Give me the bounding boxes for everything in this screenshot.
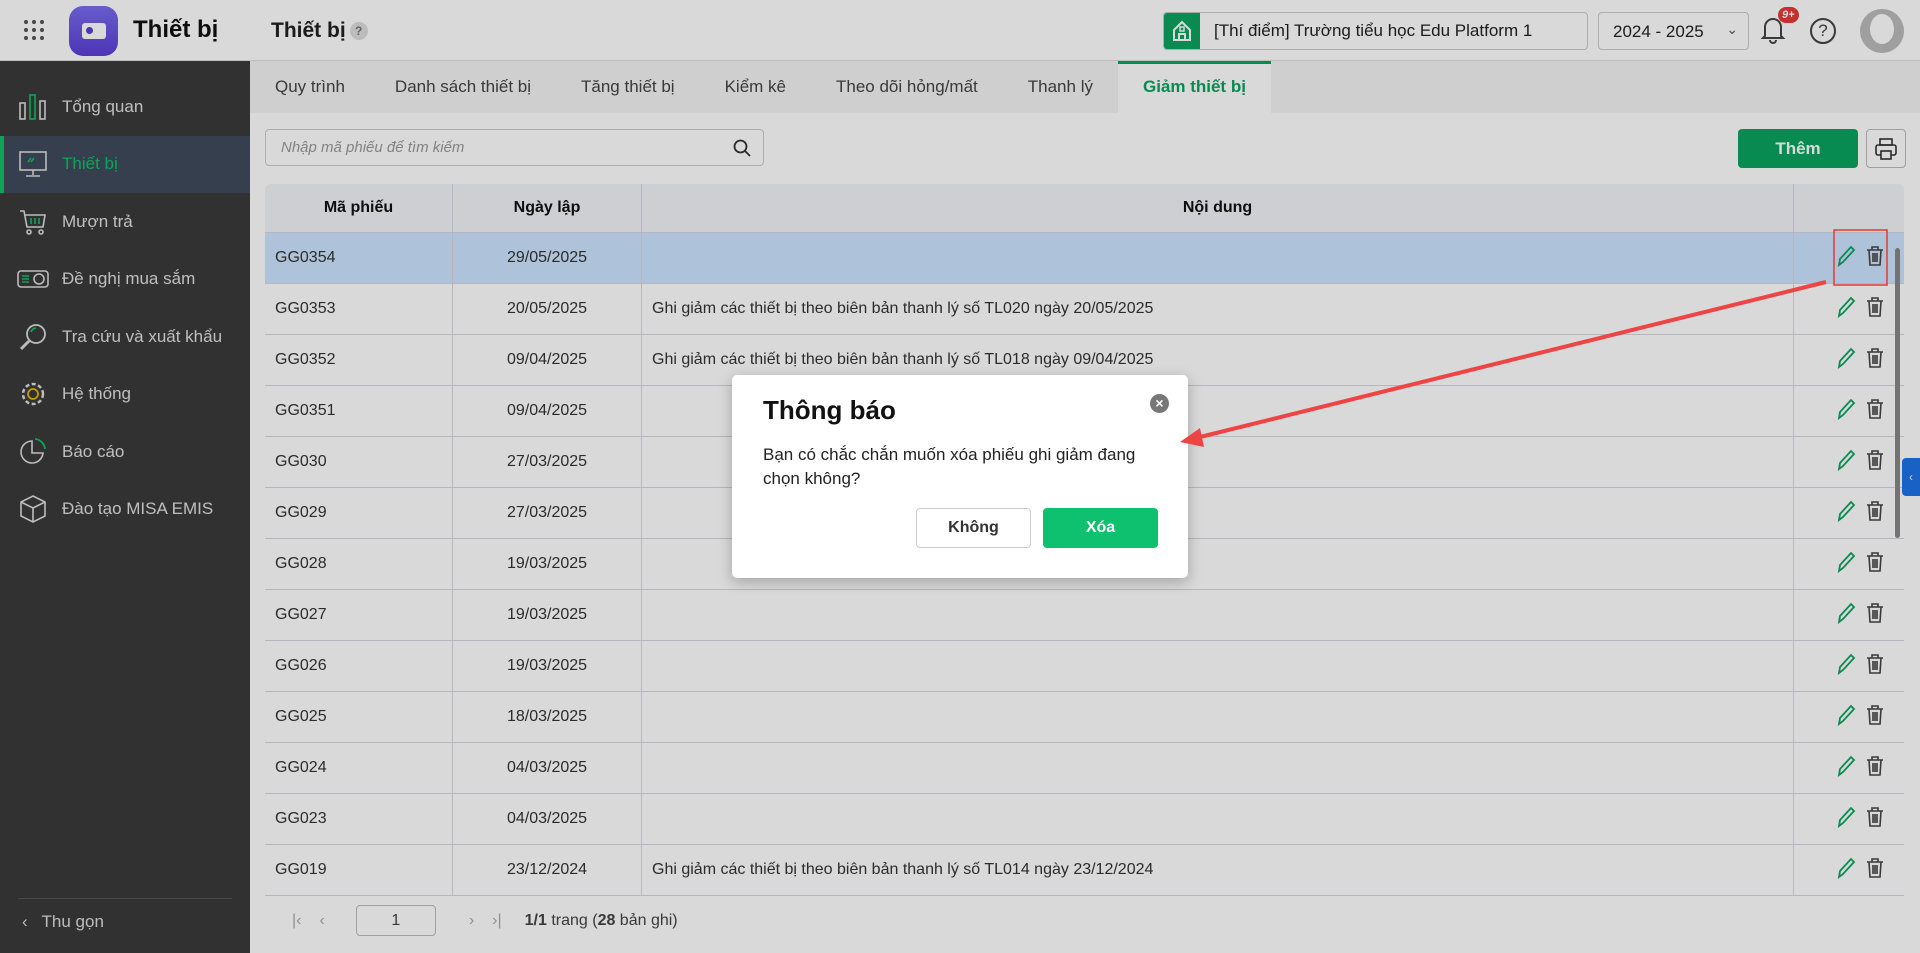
- confirm-dialog: Thông báo × Bạn có chắc chắn muốn xóa ph…: [732, 375, 1188, 578]
- dialog-title: Thông báo: [763, 395, 896, 425]
- dialog-message: Bạn có chắc chắn muốn xóa phiếu ghi giảm…: [763, 445, 1136, 488]
- delete-confirm-button[interactable]: Xóa: [1043, 508, 1158, 548]
- cancel-button[interactable]: Không: [916, 508, 1031, 548]
- close-icon[interactable]: ×: [1150, 394, 1169, 413]
